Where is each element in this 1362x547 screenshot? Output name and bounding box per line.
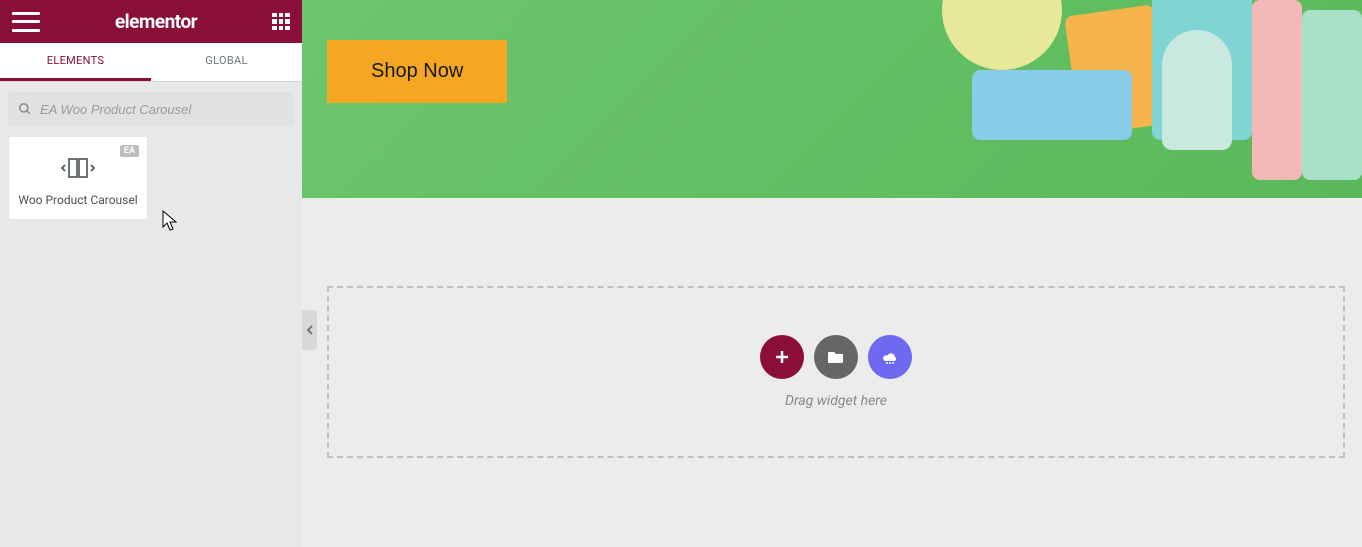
hero-section[interactable]: Shop Now [302,0,1362,198]
shop-now-button[interactable]: Shop Now [327,40,507,103]
sidebar-header: elementor [0,0,302,43]
hero-decor [932,0,1362,198]
search-icon [18,102,32,116]
widget-label: Woo Product Carousel [15,193,141,207]
folder-icon [827,348,845,366]
widget-woo-product-carousel[interactable]: EA Woo Product Carousel [8,136,148,220]
chevron-left-icon [306,324,314,336]
widget-dropzone[interactable]: Drag widget here [327,286,1345,458]
sidebar-tabs: ELEMENTS GLOBAL [0,43,302,82]
add-section-button[interactable] [760,335,804,379]
template-library-button[interactable] [814,335,858,379]
search-wrap [0,82,302,136]
plus-icon [773,348,791,366]
elementor-sidebar: elementor ELEMENTS GLOBAL EA Woo Product [0,0,302,547]
canvas-area: Shop Now Drag widget here [302,0,1362,547]
widgets-area: EA Woo Product Carousel [0,136,302,220]
search-input[interactable] [40,102,284,117]
dropzone-hint: Drag widget here [785,393,887,409]
menu-button[interactable] [12,12,40,32]
tab-global[interactable]: GLOBAL [151,43,302,81]
search-box[interactable] [8,92,294,126]
apps-grid-button[interactable] [272,13,290,31]
tab-elements[interactable]: ELEMENTS [0,43,151,81]
cloud-icon [880,347,900,367]
dropzone-actions [760,335,912,379]
widget-badge: EA [120,145,139,157]
elementor-logo: elementor [115,10,197,33]
collapse-sidebar-handle[interactable] [302,310,317,350]
carousel-icon [15,157,141,179]
templately-button[interactable] [868,335,912,379]
